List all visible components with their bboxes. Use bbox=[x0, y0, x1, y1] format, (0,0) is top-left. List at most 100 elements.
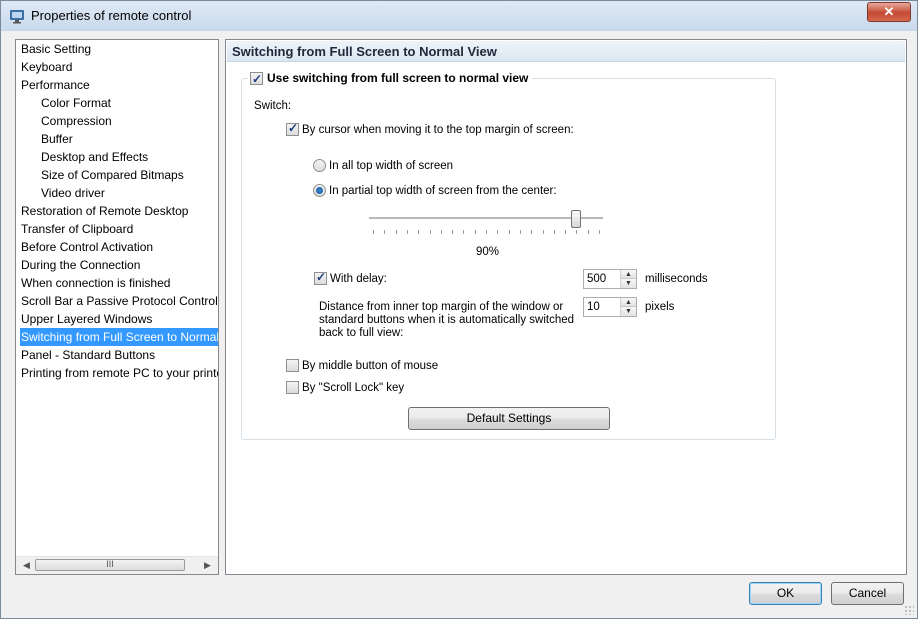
close-icon: ✕ bbox=[883, 4, 895, 19]
by-middle-button-checkbox[interactable] bbox=[286, 359, 299, 372]
delay-down-arrow-icon[interactable]: ▼ bbox=[621, 279, 636, 288]
nav-item-performance[interactable]: Performance bbox=[21, 76, 90, 94]
resize-grip-icon[interactable] bbox=[904, 605, 914, 615]
slider-tick bbox=[576, 230, 577, 234]
by-middle-button-option[interactable]: By middle button of mouse bbox=[286, 359, 438, 372]
distance-label-line3: back to full view: bbox=[319, 327, 404, 339]
by-middle-button-label: By middle button of mouse bbox=[302, 359, 439, 372]
nav-item-video-driver[interactable]: Video driver bbox=[41, 184, 105, 202]
by-scroll-lock-label: By "Scroll Lock" key bbox=[302, 381, 405, 394]
scroll-grip-icon: III bbox=[106, 559, 114, 569]
use-switching-option[interactable]: Use switching from full screen to normal… bbox=[248, 69, 533, 88]
slider-tick bbox=[396, 230, 397, 234]
delay-unit: milliseconds bbox=[645, 273, 708, 285]
slider-tick bbox=[418, 230, 419, 234]
slider-tick bbox=[475, 230, 476, 234]
by-cursor-label: By cursor when moving it to the top marg… bbox=[302, 123, 574, 136]
window-title: Properties of remote control bbox=[31, 8, 192, 23]
scroll-right-icon[interactable]: ▶ bbox=[199, 557, 216, 574]
distance-down-arrow-icon[interactable]: ▼ bbox=[621, 307, 636, 316]
nav-item-switching-full-screen[interactable]: Switching from Full Screen to Normal Vie… bbox=[20, 328, 218, 346]
width-slider-track[interactable] bbox=[369, 217, 603, 220]
scroll-left-icon[interactable]: ◀ bbox=[18, 557, 35, 574]
radio-partial-width-label: In partial top width of screen from the … bbox=[329, 184, 557, 197]
nav-item-basic-setting[interactable]: Basic Setting bbox=[21, 40, 91, 58]
nav-item-size-of-compared-bitmaps[interactable]: Size of Compared Bitmaps bbox=[41, 166, 184, 184]
by-scroll-lock-checkbox[interactable] bbox=[286, 381, 299, 394]
nav-item-connection-finished[interactable]: When connection is finished bbox=[21, 274, 170, 292]
radio-all-width-option[interactable]: In all top width of screen bbox=[313, 159, 453, 172]
delay-up-arrow-icon[interactable]: ▲ bbox=[621, 270, 636, 279]
slider-tick bbox=[384, 230, 385, 234]
radio-partial-width[interactable] bbox=[313, 184, 326, 197]
nav-item-compression[interactable]: Compression bbox=[41, 112, 112, 130]
radio-all-width-label: In all top width of screen bbox=[329, 159, 454, 172]
horizontal-scrollbar[interactable]: ◀ III ▶ bbox=[16, 556, 218, 574]
nav-item-restoration[interactable]: Restoration of Remote Desktop bbox=[21, 202, 188, 220]
delay-value[interactable]: 500 bbox=[587, 273, 606, 285]
distance-spinner-buttons: ▲ ▼ bbox=[620, 298, 636, 316]
ok-button[interactable]: OK bbox=[749, 582, 822, 605]
panel-title: Switching from Full Screen to Normal Vie… bbox=[232, 44, 497, 59]
slider-tick bbox=[407, 230, 408, 234]
use-switching-label: Use switching from full screen to normal… bbox=[267, 71, 529, 85]
nav-item-upper-layered[interactable]: Upper Layered Windows bbox=[21, 310, 152, 328]
slider-tick bbox=[554, 230, 555, 234]
with-delay-label: With delay: bbox=[330, 272, 387, 285]
slider-tick bbox=[565, 230, 566, 234]
slider-tick bbox=[497, 230, 498, 234]
slider-tick bbox=[463, 230, 464, 234]
with-delay-option[interactable]: With delay: bbox=[314, 270, 387, 285]
nav-item-keyboard[interactable]: Keyboard bbox=[21, 58, 72, 76]
settings-panel: Switching from Full Screen to Normal Vie… bbox=[225, 39, 907, 575]
by-cursor-option[interactable]: By cursor when moving it to the top marg… bbox=[286, 121, 574, 136]
slider-tick bbox=[486, 230, 487, 234]
nav-item-desktop-and-effects[interactable]: Desktop and Effects bbox=[41, 148, 148, 166]
switching-group-box: Switch: By cursor when moving it to the … bbox=[241, 78, 776, 440]
nav-item-before-control[interactable]: Before Control Activation bbox=[21, 238, 153, 256]
delay-spinner[interactable]: 500 ▲ ▼ bbox=[583, 269, 637, 289]
distance-value[interactable]: 10 bbox=[587, 301, 600, 313]
nav-item-printing[interactable]: Printing from remote PC to your printer bbox=[21, 364, 218, 382]
cancel-button[interactable]: Cancel bbox=[831, 582, 904, 605]
slider-tick bbox=[599, 230, 600, 234]
distance-label-line2: standard buttons when it is automaticall… bbox=[319, 314, 575, 326]
scrollbar-thumb[interactable]: III bbox=[35, 559, 185, 571]
radio-all-width[interactable] bbox=[313, 159, 326, 172]
slider-tick bbox=[430, 230, 431, 234]
slider-tick bbox=[588, 230, 589, 234]
nav-item-during-connection[interactable]: During the Connection bbox=[21, 256, 140, 274]
nav-item-panel-standard-buttons[interactable]: Panel - Standard Buttons bbox=[21, 346, 155, 364]
close-button[interactable]: ✕ bbox=[867, 2, 911, 22]
distance-unit: pixels bbox=[645, 301, 675, 313]
distance-label-line1: Distance from inner top margin of the wi… bbox=[319, 301, 564, 313]
radio-partial-width-option[interactable]: In partial top width of screen from the … bbox=[313, 184, 557, 197]
panel-header: Switching from Full Screen to Normal Vie… bbox=[227, 41, 905, 62]
with-delay-checkbox[interactable] bbox=[314, 270, 327, 285]
settings-category-tree[interactable]: Basic Setting Keyboard Performance Color… bbox=[15, 39, 219, 575]
nav-item-buffer[interactable]: Buffer bbox=[41, 130, 73, 148]
slider-tick bbox=[531, 230, 532, 234]
slider-tick bbox=[509, 230, 510, 234]
width-slider-thumb[interactable] bbox=[571, 210, 581, 228]
slider-tick bbox=[543, 230, 544, 234]
slider-tick bbox=[520, 230, 521, 234]
by-scroll-lock-option[interactable]: By "Scroll Lock" key bbox=[286, 381, 404, 394]
slider-tick bbox=[441, 230, 442, 234]
distance-up-arrow-icon[interactable]: ▲ bbox=[621, 298, 636, 307]
title-bar[interactable]: Properties of remote control ✕ bbox=[1, 1, 917, 31]
delay-spinner-buttons: ▲ ▼ bbox=[620, 270, 636, 288]
default-settings-button[interactable]: Default Settings bbox=[408, 407, 610, 430]
slider-value-label: 90% bbox=[476, 246, 500, 258]
nav-item-clipboard[interactable]: Transfer of Clipboard bbox=[21, 220, 133, 238]
nav-item-scroll-bar[interactable]: Scroll Bar a Passive Protocol Control bbox=[21, 292, 218, 310]
nav-item-color-format[interactable]: Color Format bbox=[41, 94, 111, 112]
properties-window: Properties of remote control ✕ Basic Set… bbox=[0, 0, 918, 619]
slider-tick bbox=[373, 230, 374, 234]
slider-tick bbox=[452, 230, 453, 234]
switch-label: Switch: bbox=[254, 100, 292, 112]
use-switching-checkbox[interactable] bbox=[250, 70, 263, 88]
distance-spinner[interactable]: 10 ▲ ▼ bbox=[583, 297, 637, 317]
remote-control-app-icon bbox=[10, 10, 24, 24]
by-cursor-checkbox[interactable] bbox=[286, 121, 299, 136]
